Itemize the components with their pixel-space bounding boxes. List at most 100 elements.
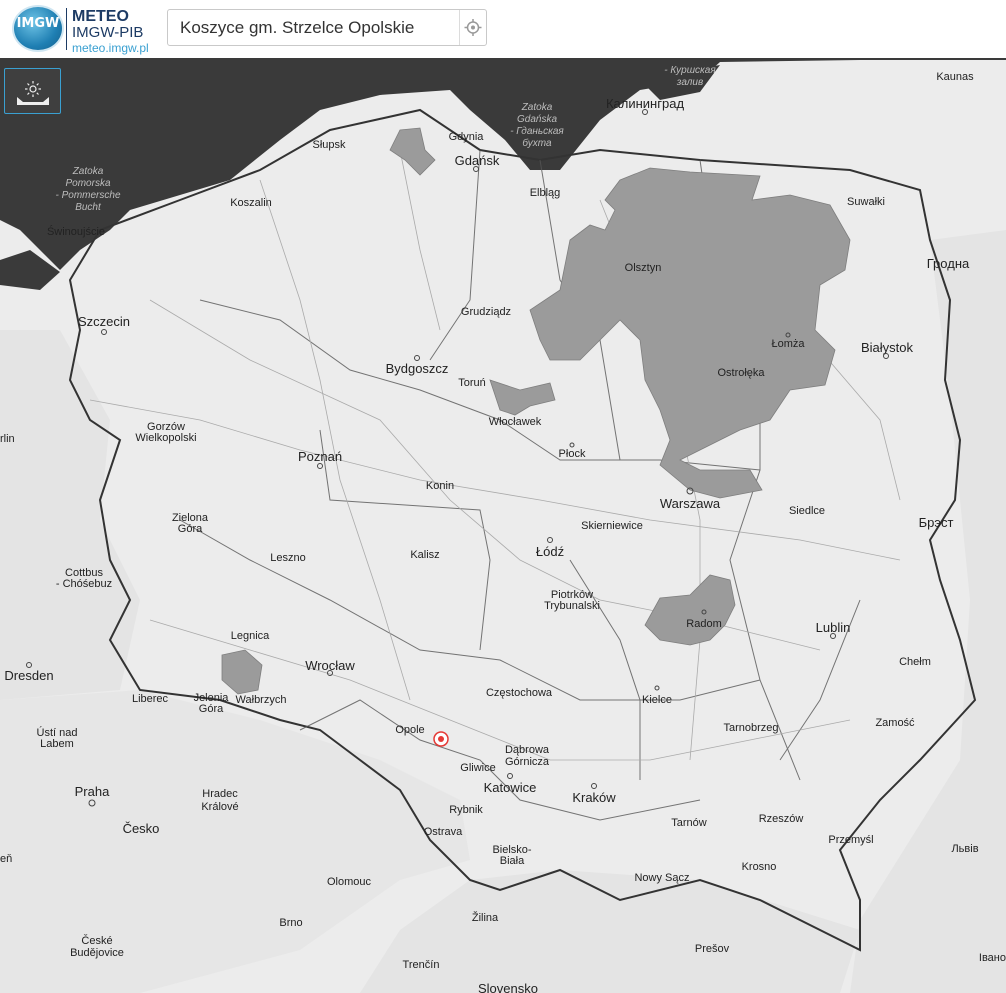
svg-text:бухта: бухта bbox=[522, 137, 552, 149]
city-krakow: Kraków bbox=[572, 790, 616, 805]
crosshair-icon bbox=[464, 19, 482, 36]
locate-button[interactable] bbox=[459, 10, 486, 45]
city-czestochowa: Częstochowa bbox=[486, 687, 553, 699]
city-zielona-2: Góra bbox=[178, 523, 203, 535]
svg-text:- Гданьская: - Гданьская bbox=[510, 126, 564, 137]
city-leszno: Leszno bbox=[270, 552, 305, 564]
city-poznan: Poznań bbox=[298, 449, 342, 464]
city-skierniewice: Skierniewice bbox=[581, 520, 643, 532]
city-walbrzych: Wałbrzych bbox=[236, 694, 287, 706]
logo-text: IMGW bbox=[16, 16, 60, 31]
brand-block[interactable]: METEO IMGW-PIB meteo.imgw.pl bbox=[72, 8, 149, 55]
city-gdynia: Gdynia bbox=[449, 131, 485, 143]
svg-text:залив: залив bbox=[676, 77, 703, 88]
city-bielsko-2: Biała bbox=[500, 855, 525, 867]
city-gliwice: Gliwice bbox=[460, 762, 495, 774]
city-nowy-sacz: Nowy Sącz bbox=[634, 872, 689, 884]
svg-text:Bucht: Bucht bbox=[75, 202, 102, 213]
city-cottbus-2: - Chóśebuz bbox=[56, 578, 112, 590]
city-lomza: Łomża bbox=[771, 338, 805, 350]
city-slupsk: Słupsk bbox=[312, 139, 346, 151]
city-rzeszow: Rzeszów bbox=[759, 813, 804, 825]
svg-text:Gdańska: Gdańska bbox=[517, 114, 557, 125]
city-hradec: Hradec bbox=[202, 788, 238, 800]
brand-subtitle: IMGW-PIB bbox=[72, 24, 144, 41]
logo-separator bbox=[66, 8, 67, 50]
city-lublin: Lublin bbox=[816, 620, 851, 635]
city-hradec-2: Králové bbox=[201, 801, 238, 813]
layer-toggle-button[interactable] bbox=[4, 68, 61, 114]
city-olsztyn: Olsztyn bbox=[625, 262, 662, 274]
city-lviv: Львів bbox=[951, 843, 978, 855]
city-torun: Toruń bbox=[458, 377, 486, 389]
city-siedlce: Siedlce bbox=[789, 505, 825, 517]
city-praha: Praha bbox=[75, 784, 110, 799]
city-kalisz: Kalisz bbox=[410, 549, 439, 561]
city-gorzow-2: Wielkopolski bbox=[135, 432, 196, 444]
svg-text:- Pommersche: - Pommersche bbox=[55, 190, 120, 201]
city-liberec: Liberec bbox=[132, 693, 169, 705]
city-wloclawek: Włocławek bbox=[489, 416, 542, 428]
location-search bbox=[167, 9, 487, 46]
city-kaunas: Kaunas bbox=[936, 71, 974, 83]
city-jelenia-2: Góra bbox=[199, 703, 224, 715]
weather-warning-map[interactable]: Zatoka Gdańska - Гданьская бухта Zatoka … bbox=[0, 58, 1006, 993]
city-swinoujscie: Świnoujście bbox=[47, 225, 105, 238]
city-grudziadz: Grudziądz bbox=[461, 306, 511, 318]
city-ceske: České bbox=[81, 934, 112, 947]
city-dresden: Dresden bbox=[4, 668, 53, 683]
city-ivano: Івано bbox=[979, 952, 1006, 964]
svg-text:- Куршская: - Куршская bbox=[664, 65, 716, 76]
city-partial: eň bbox=[0, 853, 12, 865]
country-czechia: Česko bbox=[123, 821, 160, 836]
city-konin: Konin bbox=[426, 480, 454, 492]
location-marker[interactable] bbox=[433, 731, 449, 747]
city-chelm: Chełm bbox=[899, 656, 931, 668]
imgw-logo[interactable]: IMGW bbox=[12, 5, 64, 52]
city-olomouc: Olomouc bbox=[327, 876, 372, 888]
city-elblag: Elbląg bbox=[530, 187, 561, 199]
city-berlin: rlin bbox=[0, 433, 15, 445]
city-bydgoszcz: Bydgoszcz bbox=[386, 361, 449, 376]
city-legnica: Legnica bbox=[231, 630, 270, 642]
svg-text:Pomorska: Pomorska bbox=[65, 178, 110, 189]
city-lodz: Łódź bbox=[536, 544, 564, 559]
city-dabrowa: Dąbrowa bbox=[505, 744, 550, 756]
city-tarnow: Tarnów bbox=[671, 817, 707, 829]
city-bialystok: Białystok bbox=[861, 340, 914, 355]
city-tarnobrzeg: Tarnobrzeg bbox=[723, 722, 778, 734]
city-ceske-2: Budějovice bbox=[70, 947, 124, 959]
city-opole: Opole bbox=[395, 724, 424, 736]
city-presov: Prešov bbox=[695, 943, 730, 955]
city-ostrava: Ostrava bbox=[424, 826, 463, 838]
city-zilina: Žilina bbox=[472, 911, 499, 924]
svg-text:Zatoka: Zatoka bbox=[72, 166, 104, 177]
city-katowice: Katowice bbox=[484, 780, 537, 795]
city-kaliningrad: Калининград bbox=[606, 96, 684, 111]
city-plock: Płock bbox=[559, 448, 586, 460]
city-zamosc: Zamość bbox=[875, 717, 915, 729]
svg-text:Zatoka: Zatoka bbox=[521, 102, 553, 113]
city-brest: Брэст bbox=[919, 515, 954, 530]
city-dabrowa-2: Górnicza bbox=[505, 756, 550, 768]
city-ostroleka: Ostrołęka bbox=[717, 367, 765, 379]
city-grodno: Гродна bbox=[927, 256, 970, 271]
brand-url: meteo.imgw.pl bbox=[72, 41, 149, 55]
city-suwalki: Suwałki bbox=[847, 196, 885, 208]
city-warszawa: Warszawa bbox=[660, 496, 721, 511]
city-przemysl: Przemyśl bbox=[828, 834, 873, 846]
city-krosno: Krosno bbox=[742, 861, 777, 873]
city-trencin: Trenčín bbox=[403, 959, 440, 971]
search-input[interactable] bbox=[168, 10, 460, 45]
city-kielce: Kielce bbox=[642, 694, 672, 706]
brand-title: METEO bbox=[72, 8, 129, 25]
city-piotrkow-2: Trybunalski bbox=[544, 600, 600, 612]
city-usti-2: Labem bbox=[40, 738, 74, 750]
country-slovakia: Slovensko bbox=[478, 981, 538, 993]
city-koszalin: Koszalin bbox=[230, 197, 272, 209]
app-header: IMGW METEO IMGW-PIB meteo.imgw.pl bbox=[0, 0, 1006, 58]
city-szczecin: Szczecin bbox=[78, 314, 130, 329]
city-brno: Brno bbox=[279, 917, 302, 929]
sun-layer-icon bbox=[17, 81, 49, 105]
city-rybnik: Rybnik bbox=[449, 804, 483, 816]
